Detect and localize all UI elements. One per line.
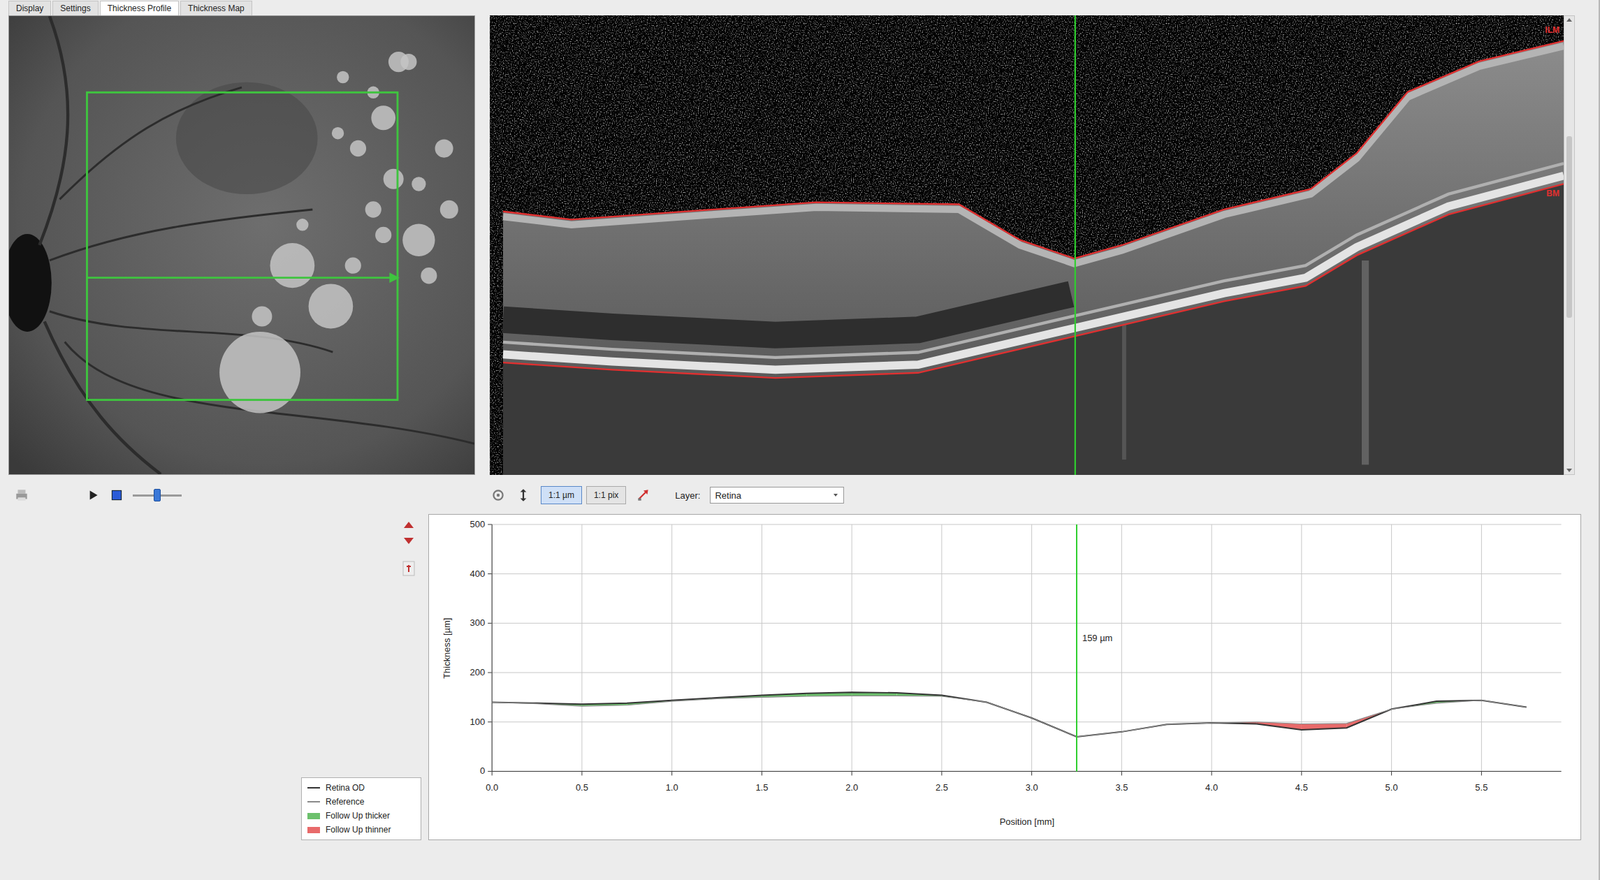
x-tick: 3.5 — [1115, 782, 1128, 794]
thickness-chart[interactable]: 500 400 300 200 100 00.0 0.5 1.0 1.5 2.0 2.5 3.0 3.5… — [428, 514, 1582, 841]
layer-dropdown[interactable]: Retina — [709, 486, 845, 504]
scroll-thumb[interactable] — [1566, 136, 1573, 318]
x-tick: 0.5 — [575, 782, 589, 794]
chart-side: Retina OD Reference Follow Up thicker Follo… — [0, 514, 429, 841]
y-tick: 100 — [470, 716, 486, 728]
dropdown-arrow-icon[interactable] — [832, 491, 840, 499]
y-tick: 300 — [470, 617, 486, 629]
x-tick: 2.0 — [845, 782, 858, 794]
scale-button[interactable]: 1:1 µm — [540, 486, 583, 505]
cursor-reading: 159 µm — [1082, 633, 1113, 644]
legend-item: Follow Up thicker — [307, 810, 416, 822]
x-tick: 5.5 — [1474, 782, 1488, 794]
tab[interactable]: Thickness Map — [180, 0, 253, 16]
x-axis-title: Position [mm] — [999, 816, 1055, 828]
scroll-up-icon[interactable] — [1565, 16, 1574, 25]
y-tick: 0 — [480, 765, 485, 777]
x-tick: 1.0 — [665, 782, 679, 794]
legend-item: Reference — [307, 796, 416, 808]
y-tick: 500 — [470, 519, 486, 530]
bscan-cursor[interactable] — [1074, 15, 1076, 476]
ilm-line — [503, 41, 1564, 259]
slider-thumb[interactable] — [153, 489, 161, 502]
vertical-scale-icon[interactable] — [515, 487, 532, 504]
print-icon[interactable] — [13, 487, 30, 504]
tab-bar: DisplaySettingsThickness ProfileThicknes… — [0, 0, 1599, 16]
thickness-line — [491, 695, 1527, 738]
x-tick: 1.5 — [755, 782, 768, 794]
chart-row: Retina OD Reference Follow Up thicker Follo… — [0, 514, 1599, 841]
images-row: ILM BM — [0, 15, 1599, 476]
layer-edit-icon[interactable] — [635, 487, 652, 504]
chart-tools — [401, 519, 422, 578]
playback-controls — [0, 487, 491, 504]
tab[interactable]: Settings — [52, 0, 98, 16]
move-down-icon[interactable] — [401, 536, 416, 547]
controls-row: 1:1 µm1:1 pix Layer: Retina — [0, 482, 1599, 509]
stop-icon[interactable] — [108, 487, 125, 504]
tab[interactable]: Display — [8, 0, 52, 16]
thickness-line — [491, 692, 1527, 738]
segmentation-label: BM — [1546, 188, 1560, 199]
x-tick: 0.0 — [485, 782, 499, 794]
x-tick: 4.0 — [1205, 782, 1218, 794]
move-up-icon[interactable] — [401, 519, 416, 530]
bscan-picture — [489, 15, 1564, 476]
x-tick: 3.0 — [1025, 782, 1039, 794]
reset-view-icon[interactable] — [490, 487, 506, 504]
bscan-scrollbar[interactable] — [1563, 15, 1575, 476]
segmentation-label: ILM — [1544, 25, 1560, 35]
x-tick: 5.0 — [1385, 782, 1399, 794]
view-tools: 1:1 µm1:1 pix Layer: Retina — [490, 486, 845, 505]
legend-item: Retina OD — [307, 782, 416, 794]
thickness-profile-window: DisplaySettingsThickness ProfileThicknes… — [0, 0, 1600, 880]
thickness-plot: 500 400 300 200 100 00.0 0.5 1.0 1.5 2.0 2.5 3.0 3.5… — [428, 514, 1581, 840]
oct-bscan-image[interactable]: ILM BM — [489, 15, 1564, 476]
fundus-image[interactable] — [8, 15, 476, 476]
scale-button[interactable]: 1:1 pix — [586, 486, 627, 505]
y-tick: 400 — [470, 568, 486, 580]
layer-label: Layer: — [674, 490, 701, 501]
chart-legend: Retina OD Reference Follow Up thicker Follo… — [301, 777, 422, 841]
x-tick: 2.5 — [935, 782, 949, 794]
fundus-photo — [9, 16, 475, 475]
legend-item: Follow Up thinner — [307, 824, 416, 836]
tab[interactable]: Thickness Profile — [99, 0, 179, 16]
bm-line — [503, 183, 1564, 378]
chart-cursor[interactable] — [1075, 524, 1078, 772]
scroll-track[interactable] — [1565, 24, 1573, 467]
y-axis-title: Thickness [µm] — [441, 618, 453, 680]
y-tick: 200 — [470, 667, 486, 678]
play-icon[interactable] — [85, 487, 101, 504]
scale-button-group: 1:1 µm1:1 pix — [540, 486, 627, 505]
x-tick: 4.5 — [1295, 782, 1308, 794]
marker-icon[interactable] — [401, 560, 416, 578]
scroll-down-icon[interactable] — [1565, 466, 1574, 475]
frame-slider[interactable] — [132, 487, 182, 504]
